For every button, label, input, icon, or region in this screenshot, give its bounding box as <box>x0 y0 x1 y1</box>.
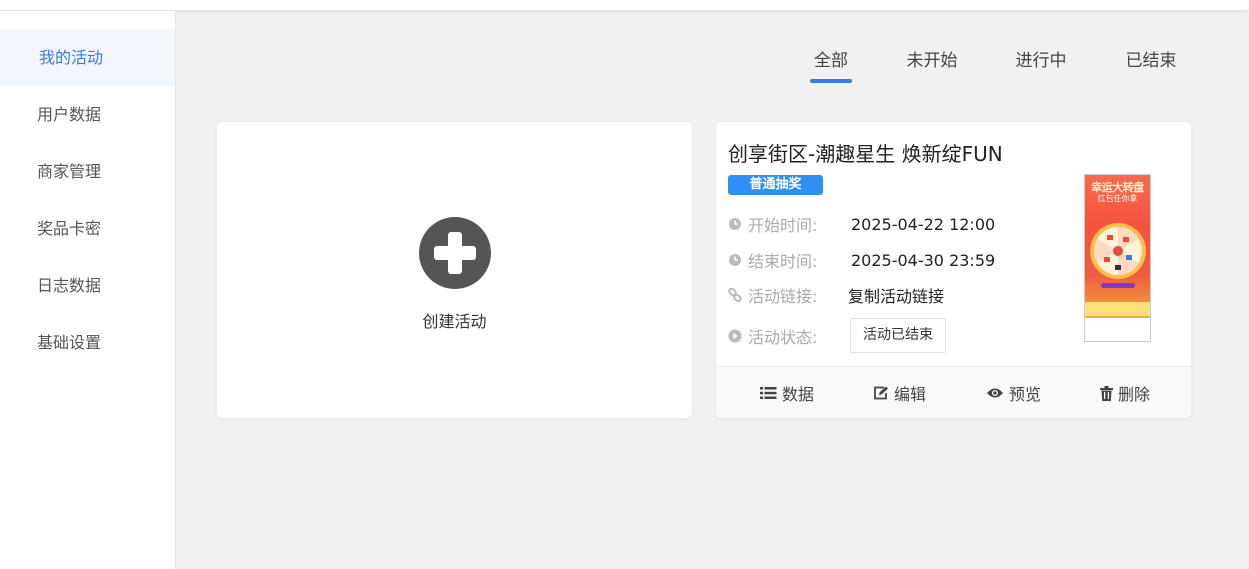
tab-not-started-label: 未开始 <box>906 51 958 71</box>
status-badge: 活动已结束 <box>850 318 946 353</box>
preview-button[interactable]: 预览 <box>986 367 1041 418</box>
edit-button-label: 编辑 <box>894 385 927 404</box>
create-activity-label: 创建活动 <box>422 312 487 331</box>
tab-in-progress[interactable]: 进行中 <box>1015 46 1067 71</box>
create-activity-card[interactable]: 创建活动 <box>217 122 692 418</box>
tab-all-label: 全部 <box>814 51 848 71</box>
edit-icon <box>874 386 888 400</box>
activity-thumbnail[interactable]: 幸运大转盘 红包任你拿 <box>1084 174 1151 342</box>
sidebar-item-basic-settings[interactable]: 基础设置 <box>0 314 175 371</box>
sidebar-item-log-data[interactable]: 日志数据 <box>0 257 175 314</box>
sidebar: 我的活动 用户数据 商家管理 奖品卡密 日志数据 基础设置 <box>0 11 176 569</box>
play-circle-icon <box>728 329 742 342</box>
activity-title: 创享街区-潮趣星生 焕新绽FUN <box>728 142 1003 166</box>
data-button[interactable]: 数据 <box>760 367 814 418</box>
status-row: 活动状态: 活动已结束 <box>728 318 946 353</box>
lottery-type-badge: 普通抽奖 <box>728 175 823 195</box>
link-label: 活动链接: <box>748 287 818 306</box>
clock-icon <box>729 254 741 266</box>
tab-all[interactable]: 全部 <box>810 46 852 83</box>
activity-actions: 数据 编辑 预览 删除 <box>716 366 1191 418</box>
start-time-value: 2025-04-22 12:00 <box>851 214 996 234</box>
top-bar <box>0 0 1249 11</box>
delete-button-label: 删除 <box>1118 385 1151 404</box>
sidebar-item-my-activities[interactable]: 我的活动 <box>0 29 175 86</box>
end-time-label: 结束时间: <box>748 252 818 271</box>
start-time-label: 开始时间: <box>748 216 818 235</box>
copy-link-button[interactable]: 复制活动链接 <box>848 283 944 307</box>
end-time-value: 2025-04-30 23:59 <box>851 250 996 270</box>
tab-ended-label: 已结束 <box>1125 51 1177 71</box>
activity-card: 创享街区-潮趣星生 焕新绽FUN 普通抽奖 开始时间: 2025-04-22 1… <box>716 122 1191 418</box>
thumbnail-subtitle: 红包任你拿 <box>1097 194 1138 203</box>
sidebar-item-user-data[interactable]: 用户数据 <box>0 86 175 143</box>
clock-icon <box>729 218 741 230</box>
preview-button-label: 预览 <box>1009 385 1042 404</box>
list-icon <box>760 387 777 399</box>
delete-button[interactable]: 删除 <box>1100 367 1150 418</box>
tab-in-progress-label: 进行中 <box>1015 51 1067 71</box>
prize-wheel-image <box>1090 223 1146 288</box>
edit-button[interactable]: 编辑 <box>873 367 926 418</box>
plus-circle-icon <box>419 217 491 289</box>
tab-active-indicator <box>810 79 852 83</box>
link-row: 活动链接: 复制活动链接 <box>728 283 944 307</box>
eye-icon <box>987 388 1003 398</box>
trash-icon <box>1100 385 1113 401</box>
link-icon <box>728 288 742 302</box>
start-time-row: 开始时间: 2025-04-22 12:00 <box>728 212 995 236</box>
thumbnail-title: 幸运大转盘 <box>1091 181 1144 194</box>
sidebar-item-merchant-management[interactable]: 商家管理 <box>0 143 175 200</box>
status-label: 活动状态: <box>748 327 818 347</box>
thumbnail-bottom <box>1085 318 1150 341</box>
tab-ended[interactable]: 已结束 <box>1125 46 1177 71</box>
end-time-row: 结束时间: 2025-04-30 23:59 <box>728 248 995 272</box>
sidebar-item-prize-codes[interactable]: 奖品卡密 <box>0 200 175 257</box>
data-button-label: 数据 <box>782 385 815 404</box>
tab-not-started[interactable]: 未开始 <box>906 46 958 71</box>
thumbnail-bar <box>1085 302 1150 316</box>
